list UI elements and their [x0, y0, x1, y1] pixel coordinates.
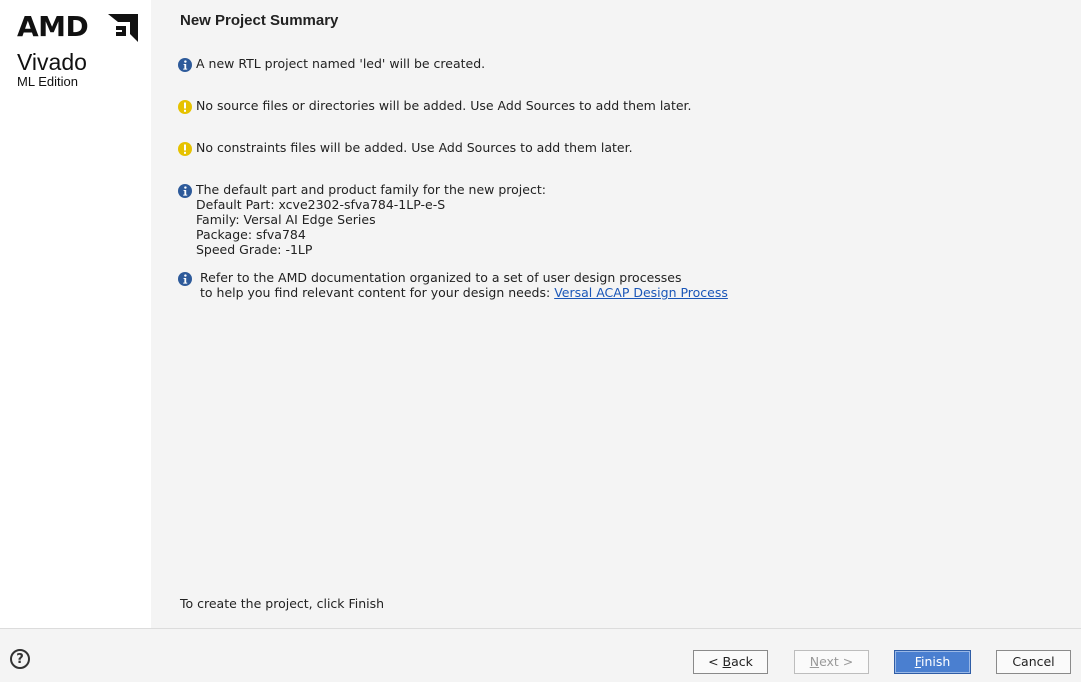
- product-edition: ML Edition: [17, 74, 78, 89]
- part-info-lines: The default part and product family for …: [196, 182, 546, 257]
- wizard-button-bar: ? < Back Next > Finish Cancel: [0, 628, 1081, 682]
- message-text: No source files or directories will be a…: [196, 98, 692, 113]
- amd-logo-arrow-icon: [108, 14, 138, 42]
- back-button-label: ack: [731, 654, 753, 669]
- sidebar-branding: AMD Vivado ML Edition: [0, 0, 151, 628]
- package-value: Package: sfva784: [196, 227, 306, 242]
- back-button[interactable]: < Back: [693, 650, 768, 674]
- message-text: A new RTL project named 'led' will be cr…: [196, 56, 486, 71]
- info-icon: [178, 58, 192, 72]
- info-icon: [178, 272, 192, 286]
- part-info-heading: The default part and product family for …: [196, 182, 546, 197]
- reference-line-1: Refer to the AMD documentation organized…: [200, 270, 682, 285]
- reference-line-2-prefix: to help you find relevant content for yo…: [200, 285, 555, 300]
- warning-icon: [178, 100, 192, 114]
- company-logo-text: AMD: [17, 10, 89, 43]
- next-button-label: ext >: [819, 654, 854, 669]
- back-button-mnemonic: B: [722, 654, 732, 669]
- design-process-link[interactable]: Versal ACAP Design Process: [554, 285, 728, 300]
- reference-text: Refer to the AMD documentation organized…: [200, 270, 728, 300]
- message-text: No constraints files will be added. Use …: [196, 140, 633, 155]
- product-name: Vivado: [17, 49, 87, 75]
- default-part-value: Default Part: xcve2302-sfva784-1LP-e-S: [196, 197, 446, 212]
- warning-icon: [178, 142, 192, 156]
- finish-instruction: To create the project, click Finish: [180, 596, 385, 611]
- reference-line-2: to help you find relevant content for yo…: [200, 285, 728, 300]
- finish-button-label: inish: [920, 654, 951, 669]
- finish-button[interactable]: Finish: [894, 650, 971, 674]
- speed-grade-value: Speed Grade: -1LP: [196, 242, 313, 257]
- back-button-prefix: <: [708, 654, 723, 669]
- wizard-content: New Project Summary A new RTL project na…: [151, 0, 1081, 628]
- page-title: New Project Summary: [180, 12, 339, 29]
- next-button-mnemonic: N: [809, 654, 820, 669]
- info-icon: [178, 184, 192, 198]
- cancel-button[interactable]: Cancel: [996, 650, 1071, 674]
- help-button[interactable]: ?: [10, 649, 30, 669]
- next-button[interactable]: Next >: [794, 650, 869, 674]
- family-value: Family: Versal AI Edge Series: [196, 212, 376, 227]
